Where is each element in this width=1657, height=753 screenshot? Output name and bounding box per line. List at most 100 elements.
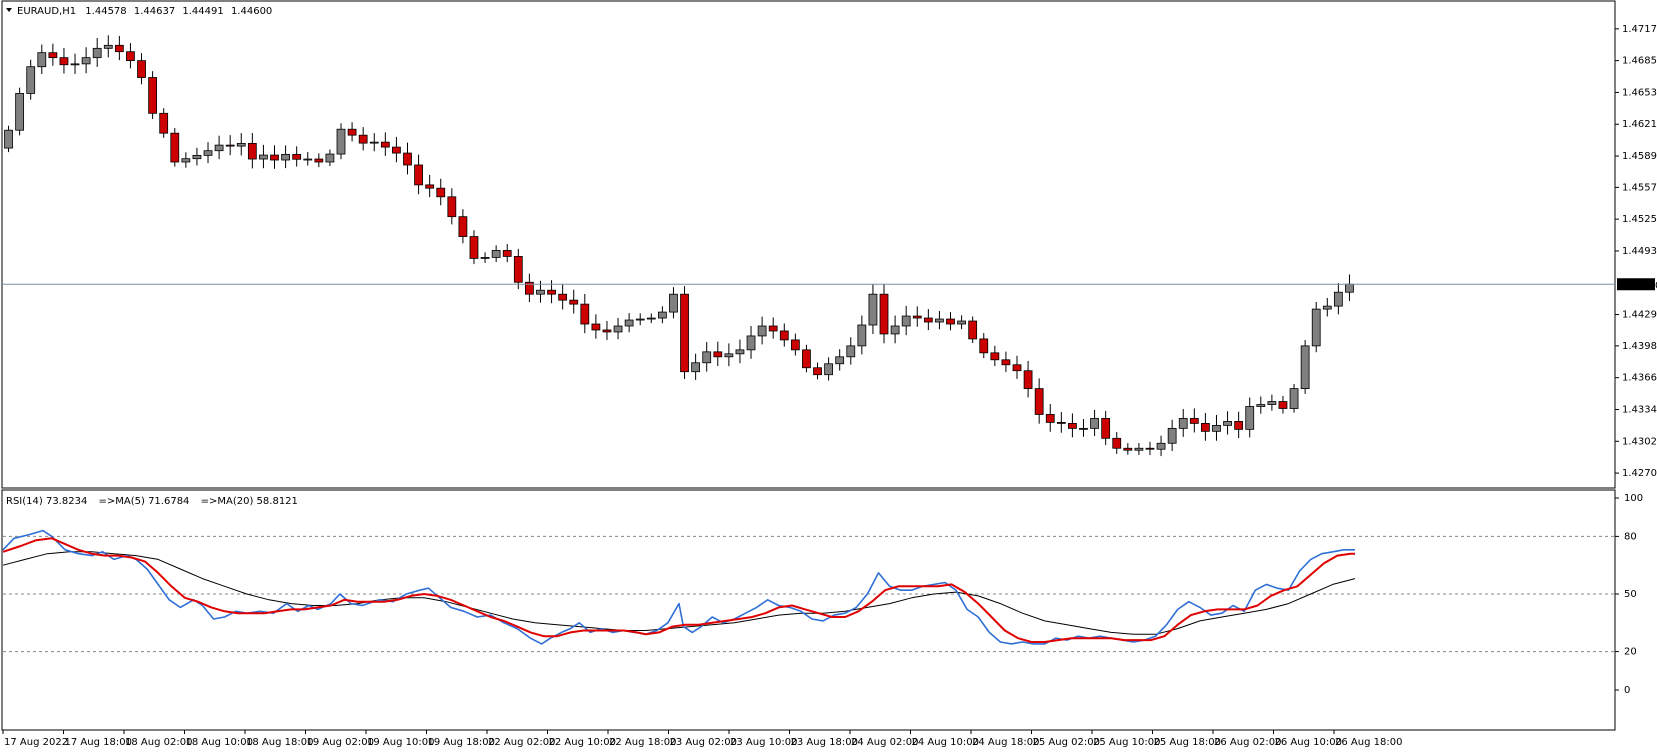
current-price-label: 1.44600 [1620,280,1657,291]
svg-text:RSI(14) 73.8234 =>MA(5): RSI(14) 73.8234 =>MA(5) 71.6784 =>MA(20)… [6,496,298,507]
candle-bear [923,317,933,323]
candle-bull [1300,345,1310,390]
candle-bull [735,349,745,355]
candle-bull [203,150,213,156]
current-price-tag: 1.44600 [1617,278,1657,291]
candle-bear [1023,370,1033,390]
time-tick-label: 25 Aug 10:00 [1093,737,1160,748]
candle-bear [447,196,457,218]
candle-bear [114,44,124,53]
candle-bear [170,132,180,163]
candle-bull [1256,404,1266,407]
time-tick-label: 23 Aug 18:00 [791,737,858,748]
price-tick-label: 1.47170 [1622,24,1657,35]
candle-bull [1167,427,1177,444]
candle-bull [1267,401,1277,405]
candle-bear [968,320,978,340]
candle-bull [868,293,878,326]
candle-bear [1112,437,1122,449]
time-tick-label: 26 Aug 10:00 [1275,737,1342,748]
candle-bear [59,57,69,66]
time-tick-label: 19 Aug 10:00 [367,737,434,748]
candle-bull [835,356,845,365]
time-tick-label: 24 Aug 10:00 [912,737,979,748]
candle-bull [669,293,678,313]
candle-bull [1212,424,1221,432]
candle-bull [846,345,856,358]
candle-bear [1201,422,1210,432]
candle-bull [4,129,13,149]
candle-bull [37,52,47,68]
candle-bear [436,187,446,198]
rsi-tick-label: 80 [1624,531,1637,542]
candle-bull [746,335,756,351]
candle-bear [159,112,169,134]
price-tick-label: 1.45890 [1622,151,1657,162]
time-tick-label: 19 Aug 02:00 [307,737,374,748]
candle-bull [691,362,701,373]
time-tick-label: 24 Aug 02:00 [851,737,918,748]
rsi-header-ma5: =>MA(5) 71.6784 [99,496,190,507]
candle-bull [281,153,290,161]
time-tick-label: 25 Aug 02:00 [1033,737,1100,748]
price-tick-label: 1.44935 [1622,246,1657,257]
time-tick-label: 22 Aug 18:00 [609,737,676,748]
candle-bull [635,318,645,321]
price-tick-label: 1.43020 [1622,436,1657,447]
candle-bear [1068,422,1077,429]
candle-bear [879,293,889,335]
candle-bear [1012,364,1022,372]
candle-bear [48,52,58,59]
candle-bull [491,250,501,258]
svg-text:EURAUD,H1 1.44578: EURAUD,H1 1.44578 1.44637 1.44491 1.4460… [17,6,272,17]
candle-bull [480,257,490,259]
time-tick-label: 22 Aug 10:00 [549,737,616,748]
time-tick-label: 19 Aug 18:00 [428,737,495,748]
candle-bull [657,311,667,319]
time-tick-label: 23 Aug 10:00 [730,737,797,748]
rsi-header: RSI(14) 73.8234 =>MA(5) 71.6784 =>MA(20)… [6,496,298,507]
price-tick-label: 1.46210 [1622,119,1657,130]
price-tick-label: 1.44295 [1622,310,1657,321]
candle-bear [713,351,723,358]
candle-bull [81,57,91,65]
candle-bear [425,184,435,189]
candle-bull [103,44,113,49]
time-tick-label: 25 Aug 18:00 [1154,737,1221,748]
candle-bear [270,154,279,161]
candle-bear [358,134,368,144]
time-tick-label: 23 Aug 02:00 [670,737,737,748]
candle-bear [558,293,568,301]
rsi-tick-label: 50 [1624,589,1637,600]
header-open: 1.44578 [85,6,126,17]
candle-bull [236,143,246,147]
candle-bull [857,324,867,347]
price-tick-label: 1.43660 [1622,373,1657,384]
chart-canvas: 1.47170 1.46850 1.46530 1.46210 1.45890 1.455… [0,0,1657,753]
candle-bear [946,318,955,325]
candle-bear [979,338,989,354]
candle-bear [1101,418,1111,439]
candle-bear [137,60,146,78]
candle-bear [912,315,922,319]
candle-bull [1090,418,1099,429]
time-tick-label: 26 Aug 02:00 [1214,737,1281,748]
candle-bear [1001,359,1011,366]
candle-bull [824,363,833,376]
candle-bear [513,256,523,283]
candle-bear [602,329,612,333]
candle-bear [1034,388,1044,415]
candle-bull [1311,308,1321,347]
candle-bull [1223,421,1232,426]
candle-bull [536,289,545,295]
candle-bear [1278,401,1288,409]
header-close: 1.44600 [231,6,272,17]
candle-bull [259,154,268,160]
candle-bear [225,144,235,147]
header-high: 1.44637 [134,6,175,17]
candle-bear [580,303,590,325]
rsi-header-ma20: =>MA(20) 58.8121 [201,496,298,507]
candle-bear [148,77,157,114]
price-tick-label: 1.43980 [1622,341,1657,352]
candle-bull [92,47,102,59]
